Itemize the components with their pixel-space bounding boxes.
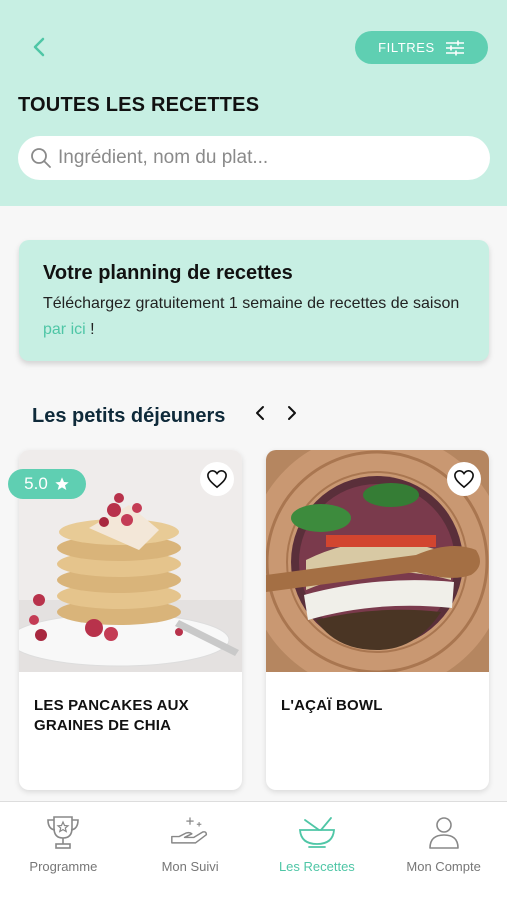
search-input[interactable]	[58, 147, 458, 169]
tab-label: Les Recettes	[278, 859, 355, 874]
page-title: TOUTES LES RECETTES	[18, 94, 260, 116]
rating-value: 5.0	[24, 474, 48, 493]
search-icon	[31, 148, 51, 168]
sliders-icon	[445, 40, 464, 55]
tab-label: Mon Suivi	[161, 859, 219, 874]
favorite-button[interactable]	[447, 462, 481, 496]
tab-mon-compte[interactable]: Mon Compte	[380, 802, 507, 900]
rating-badge: 5.0	[8, 469, 86, 499]
recipe-title: LES PANCAKES AUX GRAINES DE CHIA	[34, 697, 189, 734]
header: FILTRES TOUTES LES RECETTES	[0, 0, 507, 206]
favorite-button[interactable]	[200, 462, 234, 496]
promo-text: Téléchargez gratuitement 1 semaine de re…	[43, 291, 465, 343]
promo-title: Votre planning de recettes	[43, 262, 293, 284]
star-icon	[55, 477, 69, 490]
tab-les-recettes[interactable]: Les Recettes	[254, 802, 381, 900]
promo-text-after: !	[85, 321, 95, 338]
back-button[interactable]	[26, 34, 52, 60]
promo-text-before: Téléchargez gratuitement 1 semaine de re…	[43, 295, 460, 312]
trophy-icon	[47, 816, 80, 849]
bowl-icon	[298, 817, 335, 848]
user-icon	[428, 817, 459, 849]
promo-card[interactable]: Votre planning de recettes Téléchargez g…	[19, 240, 489, 361]
filters-button[interactable]: FILTRES	[355, 31, 488, 64]
tab-label: Mon Compte	[406, 859, 481, 874]
heart-icon	[454, 469, 474, 489]
hand-sparkles-icon	[171, 817, 208, 844]
tab-mon-suivi[interactable]: Mon Suivi	[127, 802, 254, 900]
search-bar[interactable]	[18, 136, 490, 180]
next-arrow-button[interactable]	[282, 402, 302, 424]
tab-programme[interactable]: Programme	[0, 802, 127, 900]
recipe-title: L'AÇAÏ BOWL	[281, 697, 383, 714]
recipe-card[interactable]: L'AÇAÏ BOWL	[266, 450, 489, 790]
heart-icon	[207, 469, 227, 489]
bottom-tab-bar: Programme Mon Suivi Les Recettes Mon Com…	[0, 801, 507, 900]
chevron-right-icon	[288, 406, 296, 420]
chevron-left-icon	[33, 37, 45, 57]
prev-arrow-button[interactable]	[250, 402, 270, 424]
filters-label: FILTRES	[378, 40, 435, 55]
recipe-card[interactable]: LES PANCAKES AUX GRAINES DE CHIA	[19, 450, 242, 790]
chevron-left-icon	[256, 406, 264, 420]
promo-link[interactable]: par ici	[43, 321, 86, 338]
tab-label: Programme	[29, 859, 98, 874]
section-title: Les petits déjeuners	[32, 405, 226, 427]
